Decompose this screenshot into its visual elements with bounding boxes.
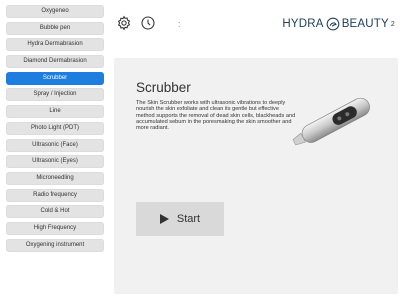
- sidebar-item-microneedling[interactable]: Microneedling: [6, 171, 104, 185]
- sidebar-item-hydra-dermabrasion[interactable]: Hydra Dermabrasion: [6, 38, 104, 52]
- sidebar-item-radio-frequency[interactable]: Radio frequency: [6, 188, 104, 202]
- sidebar-item-cold-hot[interactable]: Cold & Hot: [6, 205, 104, 219]
- sidebar-item-photo-light[interactable]: Photo Light (PDT): [6, 121, 104, 135]
- gear-icon[interactable]: [116, 15, 132, 31]
- top-bar: : HYDRA BEAUTY 2: [116, 12, 400, 34]
- sidebar-item-oxygeneo[interactable]: Oxygeneo: [6, 5, 104, 18]
- description-text: The Skin Scrubber works with ultrasonic …: [136, 100, 296, 132]
- sidebar-item-scrubber[interactable]: Scrubber: [6, 71, 104, 85]
- sidebar: Oxygeneo Bubble pen Hydra Dermabrasion D…: [6, 5, 106, 255]
- play-icon: [159, 214, 169, 224]
- sidebar-item-spray-injection[interactable]: Spray / Injection: [6, 88, 104, 102]
- more-icon[interactable]: :: [178, 19, 184, 29]
- start-button[interactable]: Start: [136, 202, 224, 236]
- sidebar-item-high-frequency[interactable]: High Frequency: [6, 221, 104, 235]
- content-panel: Scrubber The Skin Scrubber works with ul…: [114, 58, 398, 294]
- sidebar-item-bubble-pen[interactable]: Bubble pen: [6, 21, 104, 35]
- brand-name-left: HYDRA: [282, 18, 324, 30]
- brand-swirl-icon: [326, 17, 340, 31]
- scrubber-device-image: [284, 88, 392, 148]
- brand-logo: HYDRA BEAUTY 2: [282, 17, 395, 31]
- sidebar-item-ultrasonic-face[interactable]: Ultrasonic (Face): [6, 138, 104, 152]
- sidebar-item-oxygening-instrument[interactable]: Oxygening instrument: [6, 238, 104, 252]
- start-label: Start: [176, 213, 201, 225]
- page-title: Scrubber: [136, 80, 191, 95]
- brand-name-right: BEAUTY: [341, 18, 389, 30]
- sidebar-item-diamond-dermabrasion[interactable]: Diamond Dermabrasion: [6, 55, 104, 69]
- brand-superscript: 2: [390, 20, 395, 28]
- clock-icon[interactable]: [140, 15, 156, 31]
- sidebar-item-line[interactable]: Line: [6, 105, 104, 119]
- sidebar-item-ultrasonic-eyes[interactable]: Ultrasonic (Eyes): [6, 155, 104, 169]
